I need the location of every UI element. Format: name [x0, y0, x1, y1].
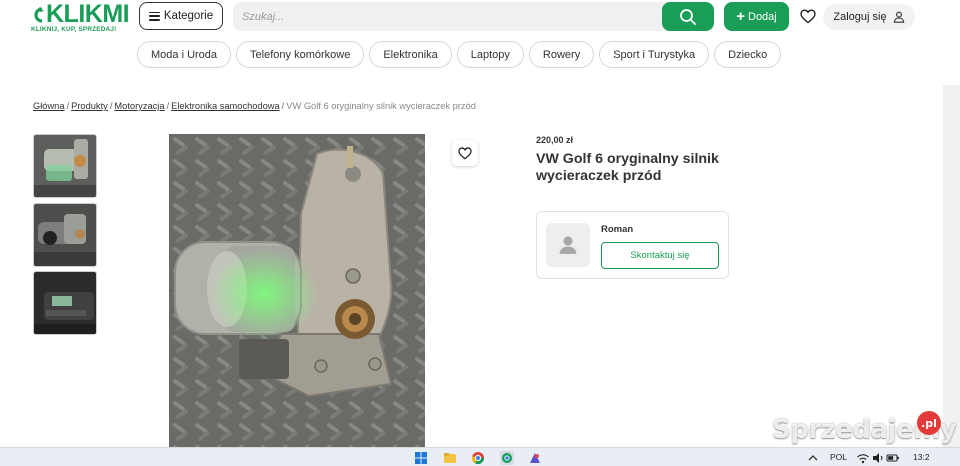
add-listing-button[interactable]: + Dodaj — [724, 2, 789, 31]
thumbnail-image-2 — [34, 204, 96, 266]
input-language[interactable]: POL — [830, 452, 847, 462]
category-telefony[interactable]: Telefony komórkowe — [236, 41, 365, 68]
search-button[interactable] — [662, 2, 714, 31]
os-taskbar: POL 13:2 — [0, 447, 960, 466]
thumbnail-image-3 — [34, 272, 96, 334]
category-laptopy[interactable]: Laptopy — [456, 41, 524, 68]
logo-wordmark: KLIKMI — [31, 0, 133, 28]
breadcrumb-link-products[interactable]: Produkty — [71, 101, 108, 111]
volume-icon[interactable] — [871, 451, 885, 465]
app-icon[interactable] — [528, 451, 542, 465]
category-dziecko[interactable]: Dziecko — [714, 41, 782, 68]
add-listing-label: Dodaj — [748, 10, 777, 23]
contact-seller-button[interactable]: Skontaktuj się — [601, 242, 719, 269]
seller-card: Roman Skontaktuj się — [536, 211, 729, 279]
breadcrumb-link-home[interactable]: Główna — [33, 101, 65, 111]
heart-icon — [458, 146, 472, 160]
logo-text: KLIKMI — [46, 0, 130, 28]
favorites-button[interactable] — [798, 6, 818, 26]
wiper-motor-photo — [169, 134, 425, 454]
chrome-icon[interactable] — [471, 451, 485, 465]
product-thumbnail-1[interactable] — [33, 134, 97, 198]
user-icon — [893, 11, 904, 23]
product-price: 220,00 zł — [536, 135, 574, 145]
heart-icon — [800, 8, 816, 23]
category-sport[interactable]: Sport i Turystyka — [599, 41, 710, 68]
battery-icon[interactable] — [886, 451, 900, 465]
product-thumbnail-2[interactable] — [33, 203, 97, 267]
wifi-icon[interactable] — [856, 451, 870, 465]
category-moda-i-uroda[interactable]: Moda i Uroda — [137, 41, 232, 68]
search-input[interactable] — [233, 2, 663, 31]
chrome-active-icon[interactable] — [500, 451, 514, 465]
product-main-image[interactable] — [169, 134, 425, 454]
product-title: VW Golf 6 oryginalny silnik wycieraczek … — [536, 151, 719, 184]
breadcrumb-link-motoryzacja[interactable]: Motoryzacja — [114, 101, 164, 111]
product-thumbnail-3[interactable] — [33, 271, 97, 335]
logo-cursor-icon — [31, 5, 45, 23]
categories-menu-button[interactable]: Kategorie — [139, 2, 223, 30]
login-button[interactable]: Zaloguj się — [823, 4, 915, 30]
search-icon — [680, 8, 696, 25]
thumbnail-image-1 — [34, 135, 96, 197]
seller-avatar — [546, 223, 590, 267]
site-logo[interactable]: KLIKMI KLIKNIJ, KUP, SPRZEDAJ! — [31, 0, 133, 34]
user-placeholder-icon — [559, 236, 577, 254]
add-to-favorites-button[interactable] — [452, 140, 478, 166]
windows-start-icon[interactable] — [414, 451, 428, 465]
clock-time[interactable]: 13:2 — [913, 452, 930, 462]
hamburger-icon — [148, 11, 160, 21]
breadcrumb-link-elektronika-samochodowa[interactable]: Elektronika samochodowa — [171, 101, 280, 111]
seller-name: Roman — [601, 224, 634, 235]
breadcrumb-current: VW Golf 6 oryginalny silnik wycieraczek … — [286, 101, 476, 111]
search-bar — [233, 2, 714, 31]
breadcrumb: Główna / Produkty / Motoryzacja / Elektronika … — [33, 101, 476, 111]
page: KLIKMI KLIKNIJ, KUP, SPRZEDAJ! Kategorie… — [0, 0, 960, 466]
file-explorer-icon[interactable] — [443, 451, 457, 465]
category-rowery[interactable]: Rowery — [528, 41, 595, 68]
login-label: Zaloguj się — [833, 11, 887, 23]
plus-icon: + — [736, 8, 745, 25]
category-elektronika[interactable]: Elektronika — [369, 41, 452, 68]
page-scrollbar[interactable] — [943, 85, 960, 447]
categories-menu-label: Kategorie — [163, 10, 214, 22]
category-nav: Moda i Uroda Telefony komórkowe Elektron… — [137, 41, 782, 68]
watermark-badge: .pl — [917, 411, 941, 435]
chevron-up-icon[interactable] — [806, 451, 820, 465]
